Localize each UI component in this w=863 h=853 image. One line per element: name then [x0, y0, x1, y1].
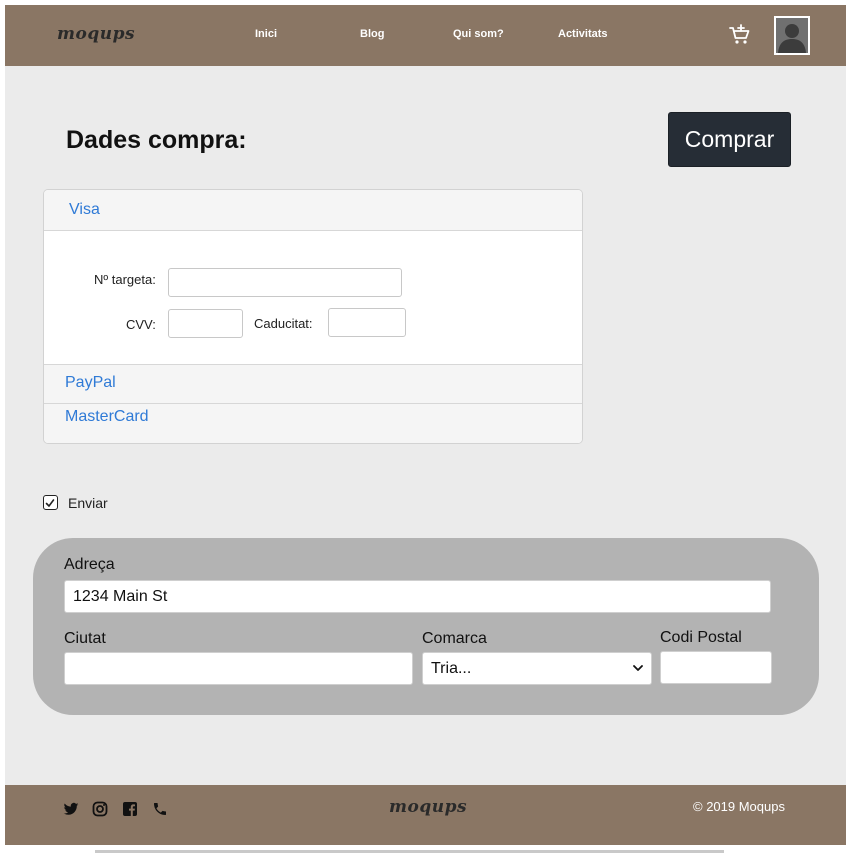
copyright-text: © 2019 Moqups [693, 799, 785, 814]
user-avatar[interactable] [774, 16, 810, 55]
city-input[interactable] [64, 652, 413, 685]
enviar-checkbox[interactable] [43, 495, 58, 510]
region-selected-value: Tria... [431, 660, 472, 677]
address-panel: Adreça 1234 Main St Ciutat Comarca Tria.… [33, 538, 819, 715]
expiry-label: Caducitat: [254, 316, 313, 331]
address-input[interactable]: 1234 Main St [64, 580, 771, 613]
page-title: Dades compra: [66, 126, 247, 154]
buy-button[interactable]: Comprar [668, 112, 791, 167]
page-frame: moqups Inici Blog Qui som? Activitats Da… [5, 5, 846, 845]
postal-code-label: Codi Postal [660, 629, 742, 646]
accordion-label-visa: Visa [69, 201, 100, 218]
cvv-input[interactable] [168, 309, 243, 338]
nav-blog[interactable]: Blog [360, 28, 384, 40]
address-label: Adreça [64, 556, 115, 573]
top-navbar: moqups Inici Blog Qui som? Activitats [5, 5, 846, 66]
nav-activitats[interactable]: Activitats [558, 28, 608, 40]
cart-icon[interactable] [728, 23, 752, 47]
region-label: Comarca [422, 630, 487, 647]
phone-icon[interactable] [152, 801, 168, 817]
enviar-label: Enviar [68, 495, 108, 511]
accordion-header-mastercard[interactable]: MasterCard [44, 404, 582, 443]
twitter-icon[interactable] [63, 801, 79, 817]
chevron-down-icon [633, 665, 643, 671]
accordion-header-visa[interactable]: Visa [44, 190, 582, 231]
card-number-input[interactable] [168, 268, 402, 297]
postal-code-input[interactable] [660, 651, 772, 684]
nav-inici[interactable]: Inici [255, 28, 277, 40]
nav-qui-som[interactable]: Qui som? [453, 28, 504, 40]
accordion-header-paypal[interactable]: PayPal [44, 364, 582, 404]
card-number-label: Nº targeta: [94, 272, 156, 287]
cvv-label: CVV: [126, 317, 156, 332]
footer: moqups © 2019 Moqups [5, 785, 846, 845]
instagram-icon[interactable] [92, 801, 108, 817]
region-select[interactable]: Tria... [422, 652, 652, 685]
expiry-input[interactable] [328, 308, 406, 337]
city-label: Ciutat [64, 630, 106, 647]
accordion-label-paypal: PayPal [65, 374, 116, 391]
header-logo[interactable]: moqups [57, 24, 135, 44]
checkmark-icon [45, 499, 55, 507]
accordion-label-mastercard: MasterCard [65, 408, 149, 425]
facebook-icon[interactable] [122, 801, 138, 817]
footer-logo[interactable]: moqups [389, 797, 467, 817]
payment-accordion: Visa Nº targeta: CVV: Caducitat: PayPal … [43, 189, 583, 444]
